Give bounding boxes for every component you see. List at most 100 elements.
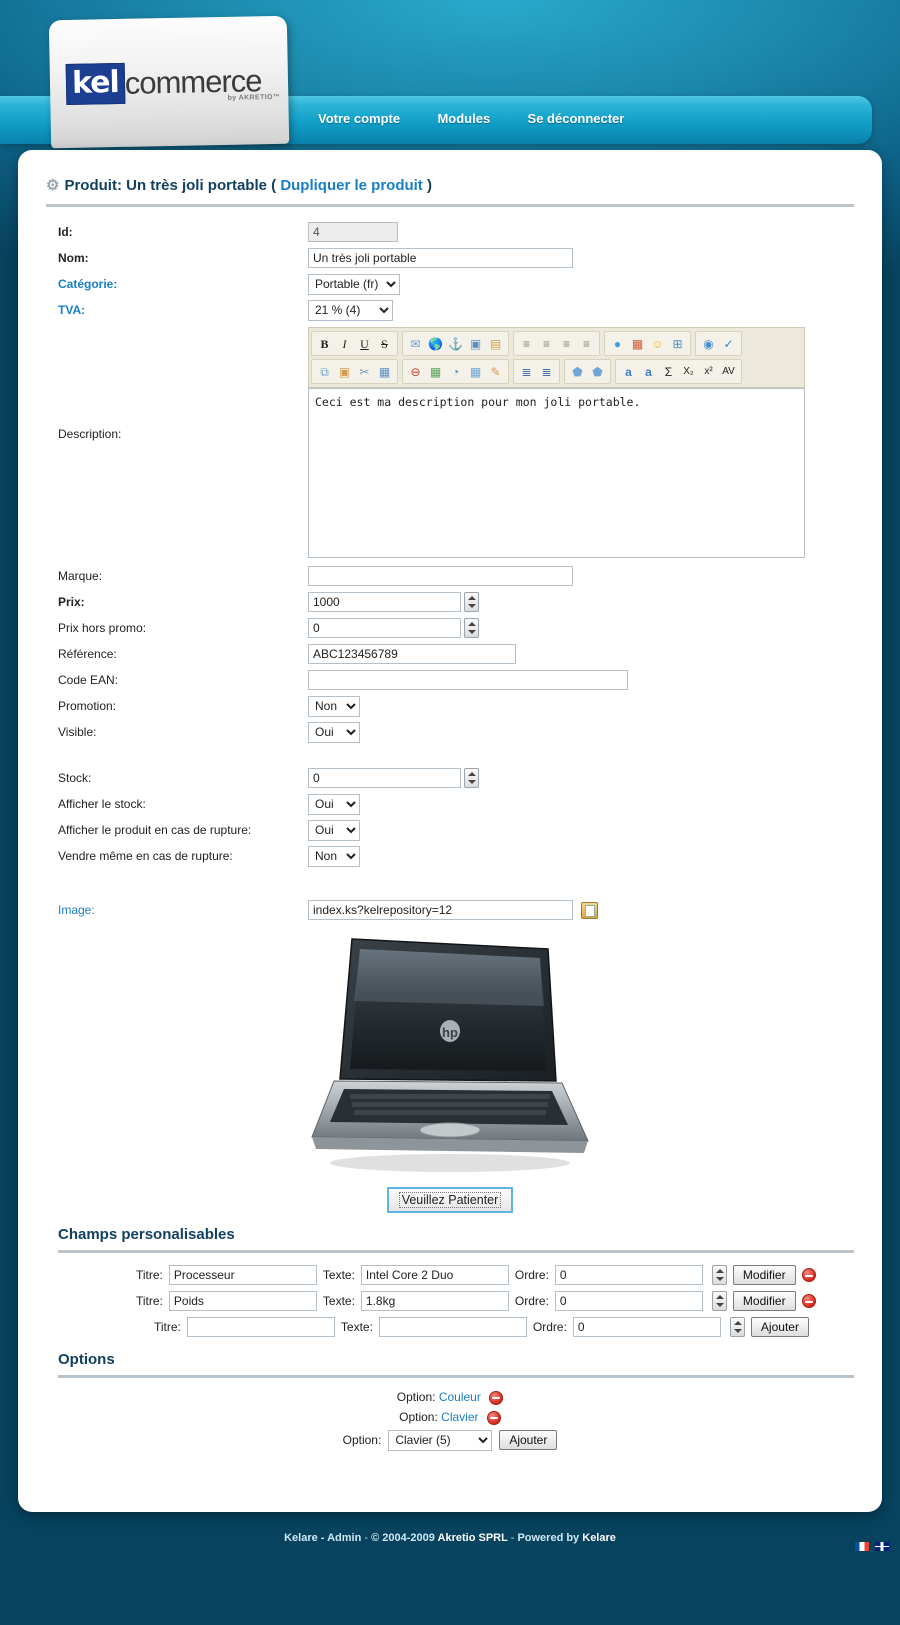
option-delete-icon-couleur[interactable] xyxy=(489,1390,504,1405)
text-color-icon[interactable]: ● xyxy=(608,334,627,353)
flag-en-icon[interactable] xyxy=(874,1541,890,1552)
select-all-icon[interactable]: ▦ xyxy=(375,362,394,381)
toolbar-row-1: B I U S ✉ 🌎 ⚓ ▣ ▤ ≡ ≡ ≡ ≡ ● ▦ ☺ ⊞ ◉ ✓ xyxy=(311,331,802,356)
anchor-icon[interactable]: ⚓ xyxy=(446,334,465,353)
afficher-stock-select[interactable]: Oui xyxy=(308,793,360,815)
prix-hors-promo-stepper[interactable] xyxy=(464,618,479,639)
smiley-icon[interactable]: ☺ xyxy=(648,334,667,353)
field-row-prix: Prix: xyxy=(46,591,854,613)
custom-ordre-stepper-2[interactable] xyxy=(711,1291,727,1311)
label-image[interactable]: Image: xyxy=(46,903,308,917)
edit-source-icon[interactable]: ✎ xyxy=(486,362,505,381)
prix-hors-promo-input[interactable] xyxy=(308,617,461,638)
numbered-list-icon[interactable]: ≣ xyxy=(537,362,556,381)
calendar-icon[interactable]: ▦ xyxy=(426,362,445,381)
bullet-list-icon[interactable]: ≣ xyxy=(517,362,536,381)
repository-browse-icon[interactable] xyxy=(581,901,598,919)
custom-field-modify-button-1[interactable]: Modifier xyxy=(732,1265,796,1285)
cut-icon[interactable]: ✂ xyxy=(355,362,374,381)
add-comment-icon[interactable]: ⬟ xyxy=(568,362,587,381)
flag-fr-icon[interactable] xyxy=(854,1541,870,1552)
kerning-icon[interactable]: AV xyxy=(719,362,738,381)
custom-ordre-input-3[interactable] xyxy=(572,1317,721,1337)
wait-button[interactable]: Veuillez Patienter xyxy=(386,1187,514,1213)
custom-titre-input-2[interactable] xyxy=(168,1291,317,1311)
visible-select[interactable]: Oui xyxy=(308,721,360,743)
custom-titre-input-1[interactable] xyxy=(168,1265,317,1285)
copy-icon[interactable]: ⧉ xyxy=(315,362,334,381)
nav-item-se-deconnecter[interactable]: Se déconnecter xyxy=(528,111,625,126)
font-background-icon[interactable]: a xyxy=(639,362,658,381)
image-input[interactable] xyxy=(308,900,573,920)
remove-format-icon[interactable]: ⊖ xyxy=(406,362,425,381)
id-input[interactable] xyxy=(308,222,398,242)
duplicate-product-link[interactable]: Dupliquer le produit xyxy=(280,177,423,194)
table-icon[interactable]: ▦ xyxy=(466,362,485,381)
description-textarea[interactable]: Ceci est ma description pour mon joli po… xyxy=(308,388,805,558)
email-link-icon[interactable]: ✉ xyxy=(406,334,425,353)
spellcheck-icon[interactable]: ✓ xyxy=(719,334,738,353)
custom-titre-input-3[interactable] xyxy=(186,1317,335,1337)
label-categorie[interactable]: Catégorie: xyxy=(46,277,308,291)
nav-item-modules[interactable]: Modules xyxy=(437,111,490,126)
font-color-icon[interactable]: a xyxy=(619,362,638,381)
custom-field-modify-button-2[interactable]: Modifier xyxy=(732,1291,796,1311)
align-center-icon[interactable]: ≡ xyxy=(537,334,556,353)
label-description: Description: xyxy=(58,427,122,441)
web-link-icon[interactable]: 🌎 xyxy=(426,334,445,353)
footer-powered-link[interactable]: Kelare xyxy=(582,1532,616,1544)
align-justify-icon[interactable]: ≡ xyxy=(577,334,596,353)
custom-ordre-input-2[interactable] xyxy=(554,1291,703,1311)
paste-icon[interactable]: ▣ xyxy=(335,362,354,381)
label-texte-1: Texte: xyxy=(322,1268,355,1282)
code-ean-input[interactable] xyxy=(308,670,628,690)
insert-layer-icon[interactable]: ⊞ xyxy=(668,334,687,353)
option-link-clavier[interactable]: Clavier xyxy=(441,1410,478,1424)
custom-field-delete-icon-2[interactable] xyxy=(801,1294,816,1308)
custom-ordre-stepper-3[interactable] xyxy=(729,1317,745,1337)
flash-icon[interactable]: ▤ xyxy=(486,334,505,353)
option-link-couleur[interactable]: Couleur xyxy=(439,1390,481,1404)
label-vendre-rupture: Vendre même en cas de rupture: xyxy=(58,849,233,863)
superscript-icon[interactable]: x² xyxy=(699,362,718,381)
underline-icon[interactable]: U xyxy=(355,334,374,353)
subscript-icon[interactable]: X₂ xyxy=(679,362,698,381)
strikethrough-icon[interactable]: S xyxy=(375,334,394,353)
custom-field-delete-icon-1[interactable] xyxy=(801,1268,816,1282)
footer-company-link[interactable]: Akretio SPRL xyxy=(438,1532,508,1544)
custom-texte-input-2[interactable] xyxy=(360,1291,509,1311)
stock-input[interactable] xyxy=(308,767,461,788)
align-right-icon[interactable]: ≡ xyxy=(557,334,576,353)
custom-field-add-button[interactable]: Ajouter xyxy=(750,1317,809,1337)
align-left-icon[interactable]: ≡ xyxy=(517,334,536,353)
custom-ordre-input-1[interactable] xyxy=(554,1265,703,1285)
bold-icon[interactable]: B xyxy=(315,334,334,353)
custom-texte-input-3[interactable] xyxy=(378,1317,527,1337)
symbol-icon[interactable]: Σ xyxy=(659,362,678,381)
afficher-rupture-select[interactable]: Oui xyxy=(308,819,360,841)
delete-comment-icon[interactable]: ⬟ xyxy=(588,362,607,381)
template-icon[interactable]: ▦ xyxy=(628,334,647,353)
clock-icon[interactable]: ◔ xyxy=(446,362,465,381)
nav-item-votre-compte[interactable]: Votre compte xyxy=(318,111,400,126)
site-logo[interactable]: kel commerce by AKRETIO™ xyxy=(48,15,290,149)
custom-texte-input-1[interactable] xyxy=(360,1265,509,1285)
reference-input[interactable] xyxy=(308,644,516,664)
label-tva[interactable]: TVA: xyxy=(46,303,308,317)
stock-stepper[interactable] xyxy=(464,768,479,789)
tva-select[interactable]: 21 % (4) xyxy=(308,299,393,321)
italic-icon[interactable]: I xyxy=(335,334,354,353)
vendre-rupture-select[interactable]: Non xyxy=(308,845,360,867)
prix-stepper[interactable] xyxy=(464,592,479,613)
option-add-button[interactable]: Ajouter xyxy=(499,1430,558,1451)
categorie-select[interactable]: Portable (fr) xyxy=(308,273,400,295)
marque-input[interactable] xyxy=(308,566,573,586)
promotion-select[interactable]: Non xyxy=(308,695,360,717)
option-add-select[interactable]: Clavier (5) xyxy=(388,1429,493,1451)
option-delete-icon-clavier[interactable] xyxy=(486,1410,501,1425)
nom-input[interactable] xyxy=(308,248,573,268)
prix-input[interactable] xyxy=(308,591,461,612)
preview-icon[interactable]: ◉ xyxy=(699,334,718,353)
custom-ordre-stepper-1[interactable] xyxy=(711,1265,727,1285)
image-icon[interactable]: ▣ xyxy=(466,334,485,353)
